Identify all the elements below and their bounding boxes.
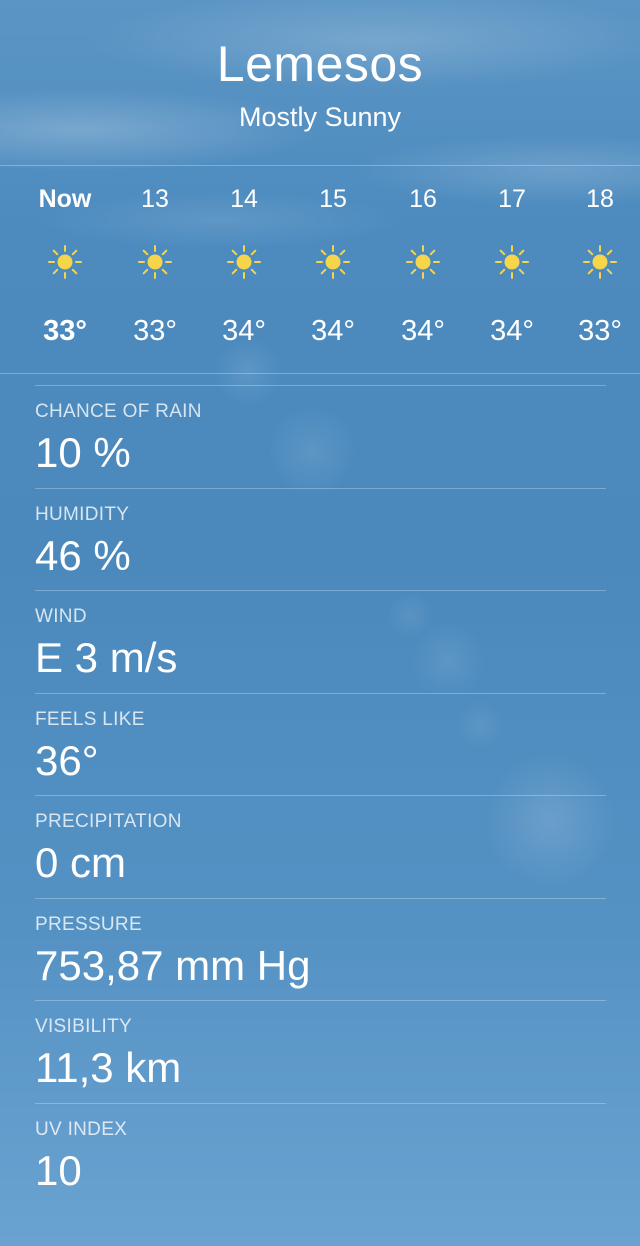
hour-temp: 34° [222,315,266,347]
detail-value: 10 [35,1146,82,1194]
hour-time: Now [38,185,92,213]
detail-label: HUMIDITY [35,503,130,525]
detail-value: 46 % [35,531,131,579]
detail-pressure: PRESSURE 753,87 mm Hg [35,897,606,1001]
detail-label: CHANCE OF RAIN [35,401,202,422]
detail-chance-of-rain: CHANCE OF RAIN 10 % [35,385,606,488]
hourly-forecast[interactable]: Now 33° 13 33° 14 34° 15 34° 16 34° 17 3… [0,165,640,374]
sun-icon [48,245,82,279]
detail-label: FEELS LIKE [35,708,145,730]
detail-label: WIND [35,606,87,627]
city-name: Lemesos [216,36,424,92]
weather-details: CHANCE OF RAIN 10 % HUMIDITY 46 % WIND E… [35,385,606,1205]
detail-value: 36° [35,736,99,784]
detail-label: UV INDEX [35,1118,128,1140]
detail-precipitation: PRECIPITATION 0 cm [35,795,606,898]
hour-item: 18 33° [555,166,640,373]
detail-value: 753,87 mm Hg [35,941,311,989]
hour-temp: 33° [578,315,622,347]
detail-wind: WIND E 3 m/s [35,590,606,693]
hour-item: 17 34° [467,166,557,373]
detail-value: 10 % [35,429,131,476]
hour-item: 15 34° [288,166,378,373]
detail-feels-like: FEELS LIKE 36° [35,692,606,796]
hour-time: 18 [586,185,614,213]
sun-icon [316,245,350,279]
hour-temp: 34° [401,315,445,347]
sun-icon [406,245,440,279]
hour-temp: 33° [133,315,177,347]
detail-value: 0 cm [35,839,127,886]
detail-label: PRECIPITATION [35,811,182,832]
hour-temp: 33° [43,315,87,347]
hour-time: 16 [409,185,437,213]
sun-icon [495,245,529,279]
detail-uv-index: UV INDEX 10 [35,1102,606,1206]
detail-label: VISIBILITY [35,1016,132,1037]
sun-icon [138,245,172,279]
hour-time: 15 [319,185,347,213]
sun-icon [583,245,617,279]
detail-visibility: VISIBILITY 11,3 km [35,1000,606,1103]
weather-condition: Mostly Sunny [238,102,402,132]
hour-time: 17 [498,185,526,213]
hour-item: Now 33° [20,166,110,373]
hour-time: 14 [230,185,258,213]
sun-icon [227,245,261,279]
hour-temp: 34° [311,315,355,347]
detail-value: 11,3 km [35,1044,182,1091]
hour-item: 16 34° [378,166,468,373]
hour-temp: 34° [490,315,534,347]
detail-humidity: HUMIDITY 46 % [35,487,606,591]
detail-value: E 3 m/s [35,634,178,681]
detail-label: PRESSURE [35,913,142,935]
hour-item: 13 33° [110,166,200,373]
hour-item: 14 34° [199,166,289,373]
hour-time: 13 [141,185,169,213]
location-header: Lemesos Mostly Sunny [0,0,640,165]
